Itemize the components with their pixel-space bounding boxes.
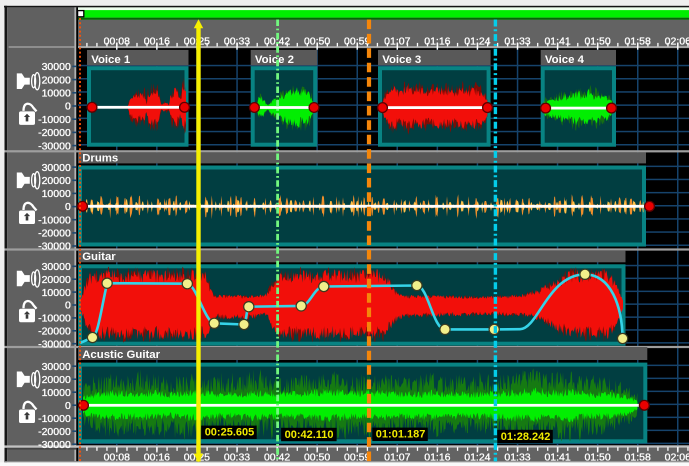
svg-text:01:01.187: 01:01.187 [376, 429, 426, 441]
svg-text:0: 0 [65, 300, 71, 312]
svg-text:-30000: -30000 [38, 338, 71, 350]
svg-text:01:58: 01:58 [625, 35, 651, 47]
svg-text:Voice 1: Voice 1 [91, 54, 131, 66]
svg-text:01:58: 01:58 [625, 452, 651, 464]
svg-text:0: 0 [65, 400, 71, 412]
svg-text:-20000: -20000 [38, 127, 71, 139]
svg-text:00:59: 00:59 [344, 35, 370, 47]
svg-text:00:50: 00:50 [304, 452, 330, 464]
svg-text:01:24: 01:24 [464, 452, 490, 464]
svg-text:30000: 30000 [42, 361, 71, 373]
svg-text:02:06: 02:06 [665, 452, 689, 464]
svg-text:01:50: 01:50 [584, 35, 610, 47]
svg-text:00:50: 00:50 [304, 35, 330, 47]
svg-text:Drums: Drums [82, 152, 118, 164]
svg-text:Guitar: Guitar [82, 251, 116, 263]
svg-text:00:59: 00:59 [344, 452, 370, 464]
svg-text:30000: 30000 [42, 61, 71, 73]
svg-text:Voice 2: Voice 2 [255, 54, 294, 66]
svg-text:00:16: 00:16 [144, 452, 170, 464]
svg-text:01:16: 01:16 [424, 452, 450, 464]
svg-text:20000: 20000 [42, 175, 71, 187]
svg-text:30000: 30000 [42, 261, 71, 273]
svg-text:Voice 3: Voice 3 [382, 54, 421, 66]
svg-text:0: 0 [65, 201, 71, 213]
svg-text:10000: 10000 [42, 287, 71, 299]
svg-text:01:33: 01:33 [504, 452, 530, 464]
svg-text:01:28.242: 01:28.242 [501, 431, 551, 443]
svg-text:-10000: -10000 [38, 214, 71, 226]
svg-text:01:07: 01:07 [384, 35, 410, 47]
svg-text:20000: 20000 [42, 274, 71, 286]
svg-text:-20000: -20000 [38, 426, 71, 438]
svg-text:0: 0 [65, 101, 71, 113]
svg-text:00:42.110: 00:42.110 [285, 429, 334, 441]
svg-text:30000: 30000 [42, 162, 71, 174]
svg-text:02:06: 02:06 [665, 35, 689, 47]
svg-text:-30000: -30000 [38, 241, 71, 253]
svg-text:-10000: -10000 [38, 313, 71, 325]
svg-text:20000: 20000 [42, 374, 71, 386]
svg-text:-10000: -10000 [38, 114, 71, 126]
svg-text:01:41: 01:41 [544, 35, 570, 47]
svg-text:00:33: 00:33 [224, 452, 250, 464]
svg-text:01:33: 01:33 [504, 35, 530, 47]
svg-text:-30000: -30000 [38, 439, 71, 451]
svg-text:01:24: 01:24 [464, 35, 490, 47]
svg-text:10000: 10000 [42, 88, 71, 100]
svg-text:-20000: -20000 [38, 326, 71, 338]
svg-text:10000: 10000 [42, 387, 71, 399]
svg-text:00:08: 00:08 [104, 35, 130, 47]
svg-text:01:07: 01:07 [384, 452, 410, 464]
svg-text:10000: 10000 [42, 188, 71, 200]
svg-text:-20000: -20000 [38, 228, 71, 240]
svg-text:01:50: 01:50 [584, 452, 610, 464]
svg-text:00:16: 00:16 [144, 35, 170, 47]
svg-text:Acustic Guitar: Acustic Guitar [82, 349, 160, 361]
svg-text:00:08: 00:08 [104, 452, 130, 464]
svg-text:00:33: 00:33 [224, 35, 250, 47]
svg-text:00:25.605: 00:25.605 [205, 427, 255, 439]
svg-text:01:16: 01:16 [424, 35, 450, 47]
svg-text:20000: 20000 [42, 74, 71, 86]
svg-text:-30000: -30000 [38, 140, 71, 152]
svg-text:01:41: 01:41 [544, 452, 570, 464]
svg-text:Voice 4: Voice 4 [545, 54, 585, 66]
svg-text:-10000: -10000 [38, 413, 71, 425]
